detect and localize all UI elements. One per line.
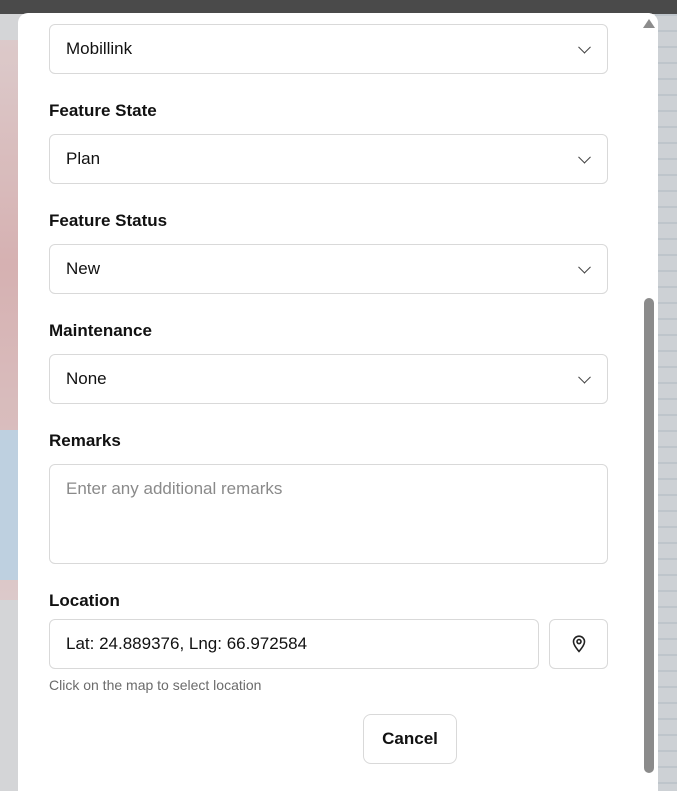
- provider-select[interactable]: Mobillink: [49, 24, 608, 74]
- top-bar: [0, 0, 677, 14]
- feature-state-select[interactable]: Plan: [49, 134, 608, 184]
- maintenance-value: None: [66, 369, 107, 388]
- feature-state-value: Plan: [66, 149, 101, 168]
- location-input[interactable]: Lat: 24.889376, Lng: 66.972584: [49, 619, 539, 669]
- remarks-placeholder: Enter any additional remarks: [66, 479, 283, 498]
- feature-state-label: Feature State: [49, 101, 157, 120]
- chevron-down-icon: [578, 260, 591, 274]
- maintenance-select[interactable]: None: [49, 354, 608, 404]
- map-pin-icon: [572, 635, 585, 653]
- remarks-textarea[interactable]: Enter any additional remarks: [49, 464, 608, 564]
- chevron-down-icon: [578, 40, 591, 54]
- location-hint: Click on the map to select location: [49, 677, 262, 693]
- feature-status-select[interactable]: New: [49, 244, 608, 294]
- triangle-up-icon[interactable]: [643, 19, 655, 28]
- chevron-down-icon: [578, 150, 591, 164]
- cancel-button[interactable]: Cancel: [363, 714, 457, 764]
- remarks-label: Remarks: [49, 431, 121, 450]
- scrollbar-thumb[interactable]: [644, 298, 654, 773]
- pick-location-button[interactable]: [549, 619, 608, 669]
- vertical-scrollbar[interactable]: [640, 13, 658, 791]
- maintenance-label: Maintenance: [49, 321, 152, 340]
- feature-status-value: New: [66, 259, 101, 278]
- location-label: Location: [49, 591, 120, 610]
- feature-form-dialog: Mobillink Feature State Plan Feature Sta…: [18, 13, 658, 791]
- cancel-button-label: Cancel: [382, 729, 438, 748]
- location-value: Lat: 24.889376, Lng: 66.972584: [66, 634, 308, 653]
- feature-status-label: Feature Status: [49, 211, 168, 230]
- chevron-down-icon: [578, 370, 591, 384]
- provider-value: Mobillink: [66, 39, 133, 58]
